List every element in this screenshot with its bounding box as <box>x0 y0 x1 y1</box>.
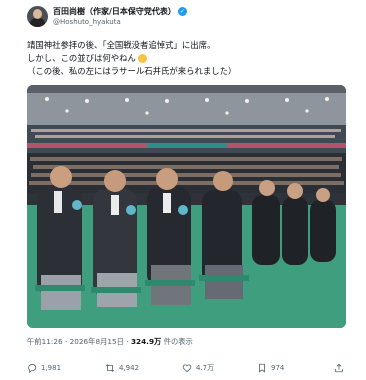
post-line-3: （この後、私の左にはラサール石井氏が来られました） <box>27 66 237 76</box>
avatar[interactable] <box>27 6 48 27</box>
repost-count: 4,942 <box>119 364 140 372</box>
author-name-row[interactable]: 百田尚樹（作家/日本保守党代表） ✓ <box>53 6 187 17</box>
post-photo[interactable] <box>27 85 346 328</box>
author-display-name[interactable]: 百田尚樹（作家/日本保守党代表） <box>53 7 176 16</box>
repost-button[interactable]: 4,942 <box>105 363 139 373</box>
share-icon <box>335 363 343 373</box>
bookmark-icon <box>259 363 265 373</box>
like-count: 4.7万 <box>196 364 215 372</box>
reply-button[interactable]: 1,981 <box>27 363 61 373</box>
meta-separator: · <box>123 337 131 346</box>
post-text: 靖国神社参拝の後、「全国戦没者追悼式」に出席。 しかし、この並びは何やねん （こ… <box>27 39 347 78</box>
ceremony-photo-illustration <box>27 85 346 328</box>
post-line-1: 靖国神社参拝の後、「全国戦没者追悼式」に出席。 <box>27 40 216 50</box>
like-button[interactable]: 4.7万 <box>182 363 214 373</box>
views-label: 件の表示 <box>163 337 193 346</box>
bookmark-button[interactable]: 974 <box>257 363 284 373</box>
post-card: 百田尚樹（作家/日本保守党代表） ✓ @Hoshuto_hyakuta 靖国神社参… <box>0 0 366 380</box>
post-meta: 午前11:26 · 2026年8月15日 · 324.9万 件の表示 <box>27 337 193 347</box>
author-handle[interactable]: @Hoshuto_hyakuta <box>53 18 121 26</box>
reply-count: 1,981 <box>41 364 62 372</box>
bookmark-count: 974 <box>271 364 285 372</box>
post-date[interactable]: 2026年8月15日 <box>70 337 124 346</box>
verified-badge-icon: ✓ <box>177 7 187 16</box>
action-bar: 1,981 4,942 4.7万 974 <box>27 363 349 377</box>
views-count: 324.9万 <box>130 337 162 346</box>
heart-icon <box>182 364 192 373</box>
grinning-sweat-emoji-icon <box>137 54 147 63</box>
post-time[interactable]: 午前11:26 <box>27 337 63 346</box>
repost-icon <box>105 364 115 372</box>
post-line-2: しかし、この並びは何やねん <box>27 52 347 65</box>
share-button[interactable] <box>334 363 344 373</box>
meta-separator: · <box>62 337 70 346</box>
reply-icon <box>28 364 37 373</box>
